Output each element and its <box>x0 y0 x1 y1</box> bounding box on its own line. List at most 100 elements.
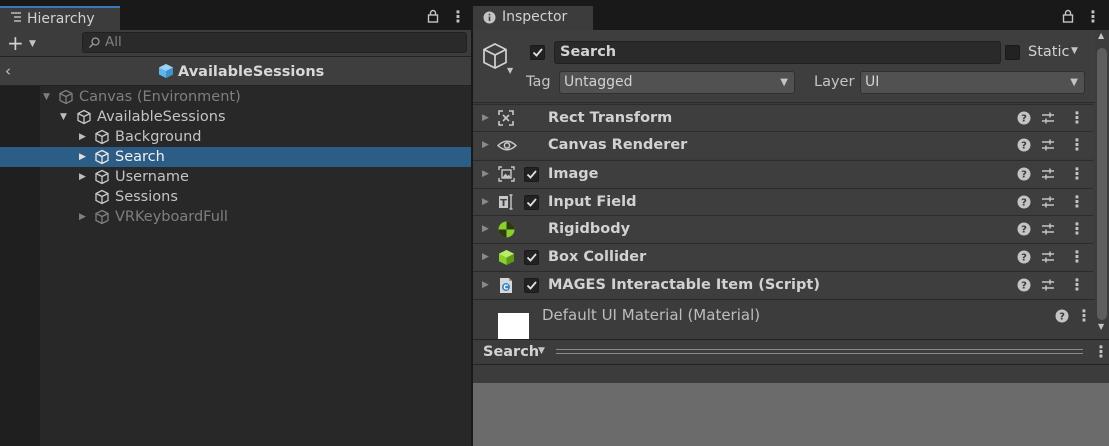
fold-arrow-icon[interactable]: ▶ <box>482 189 489 216</box>
expand-right-arrow-icon[interactable]: ▶ <box>79 207 91 227</box>
hierarchy-item-label: Background <box>115 129 202 145</box>
preset-sliders-icon[interactable] <box>1041 167 1055 181</box>
svg-text:?: ? <box>1021 225 1027 236</box>
hierarchy-item-label: VRKeyboardFull <box>115 209 228 225</box>
hierarchy-tab-label: Hierarchy <box>27 11 95 27</box>
gameobject-cube-icon <box>58 89 74 105</box>
preview-menu-icon[interactable]: ⋮ <box>1093 344 1109 360</box>
help-icon[interactable]: ? <box>1017 250 1031 264</box>
object-name-field[interactable]: Search <box>554 41 1001 64</box>
inspector-scrollbar[interactable]: ▲ ▼ <box>1095 30 1109 339</box>
component-box-collider[interactable]: ▶ Box Collider ? ⋮ <box>473 243 1093 270</box>
preset-sliders-icon[interactable] <box>1041 195 1055 209</box>
add-button[interactable]: + <box>7 32 24 54</box>
material-section[interactable]: Default UI Material (Material) ? ⋮ <box>473 299 1095 340</box>
tab-inspector[interactable]: Inspector <box>473 6 593 30</box>
help-icon[interactable]: ? <box>1017 195 1031 209</box>
expand-right-arrow-icon[interactable]: ▶ <box>79 147 91 167</box>
help-icon[interactable]: ? <box>1017 278 1031 292</box>
hierarchy-menu-icon[interactable]: ⋮ <box>450 9 466 25</box>
scroll-down-arrow-icon[interactable]: ▼ <box>1098 322 1104 331</box>
lock-icon[interactable] <box>427 9 439 23</box>
component-mages-interactable-item[interactable]: ▶ C MAGES Interactable Item (Script) ? ⋮ <box>473 271 1093 298</box>
gameobject-cube-icon <box>94 169 110 185</box>
component-enabled-checkbox[interactable] <box>524 167 539 182</box>
hierarchy-row-canvas[interactable]: ▼ Canvas (Environment) <box>0 87 471 107</box>
expand-down-arrow-icon[interactable]: ▼ <box>43 87 55 107</box>
fold-arrow-icon[interactable]: ▶ <box>482 105 489 132</box>
component-input-field[interactable]: ▶ T Input Field ? ⋮ <box>473 188 1093 215</box>
component-title: Rect Transform <box>548 110 673 126</box>
expand-right-arrow-icon[interactable]: ▶ <box>79 167 91 187</box>
search-icon <box>88 36 101 49</box>
hierarchy-row-username[interactable]: ▶ Username <box>0 167 471 187</box>
hierarchy-list-icon <box>9 10 23 24</box>
hierarchy-row-search[interactable]: ▶ Search <box>0 147 471 167</box>
tag-dropdown[interactable]: Untagged ▼ <box>559 71 795 94</box>
preview-dropdown-arrow-icon[interactable]: ▼ <box>538 346 545 356</box>
back-chevron-icon[interactable]: ‹ <box>5 60 11 82</box>
icon-dropdown-arrow-icon[interactable]: ▼ <box>507 66 513 75</box>
gameobject-large-cube-icon[interactable] <box>481 42 509 70</box>
preset-sliders-icon[interactable] <box>1041 278 1055 292</box>
tab-hierarchy[interactable]: Hierarchy <box>0 6 120 30</box>
fold-arrow-icon[interactable]: ▶ <box>482 272 489 299</box>
expand-right-arrow-icon[interactable]: ▶ <box>79 127 91 147</box>
component-enabled-checkbox[interactable] <box>524 250 539 265</box>
component-menu-icon[interactable]: ⋮ <box>1069 110 1085 126</box>
hierarchy-toolbar: + ▼ All <box>0 30 471 57</box>
tag-value: Untagged <box>564 74 633 90</box>
component-enabled-checkbox[interactable] <box>524 278 539 293</box>
preset-sliders-icon[interactable] <box>1041 250 1055 264</box>
help-icon[interactable]: ? <box>1017 138 1031 152</box>
active-checkbox[interactable] <box>530 45 545 60</box>
fold-arrow-icon[interactable]: ▶ <box>482 161 489 188</box>
component-rect-transform[interactable]: ▶ Rect Transform ? ⋮ <box>473 104 1093 131</box>
add-dropdown-arrow-icon[interactable]: ▼ <box>29 39 36 49</box>
component-rigidbody[interactable]: ▶ Rigidbody ? ⋮ <box>473 215 1093 242</box>
component-title: Canvas Renderer <box>548 137 688 153</box>
component-image[interactable]: ▶ Image ? ⋮ <box>473 160 1093 187</box>
fold-arrow-icon[interactable]: ▶ <box>482 244 489 271</box>
static-dropdown-arrow-icon[interactable]: ▼ <box>1071 46 1078 56</box>
chevron-down-icon: ▼ <box>780 77 788 88</box>
preview-gap <box>473 365 1109 383</box>
help-icon[interactable]: ? <box>1017 222 1031 236</box>
script-icon: C <box>498 277 514 294</box>
inspector-tab-label: Inspector <box>502 9 568 25</box>
preset-sliders-icon[interactable] <box>1041 111 1055 125</box>
expand-down-arrow-icon[interactable]: ▼ <box>60 107 72 127</box>
scrollbar-thumb[interactable] <box>1097 48 1107 320</box>
component-menu-icon[interactable]: ⋮ <box>1069 137 1085 153</box>
static-label: Static <box>1028 44 1070 60</box>
component-canvas-renderer[interactable]: ▶ Canvas Renderer ? ⋮ <box>473 131 1093 158</box>
help-icon[interactable]: ? <box>1017 111 1031 125</box>
help-icon[interactable]: ? <box>1017 167 1031 181</box>
fold-arrow-icon[interactable]: ▶ <box>482 216 489 243</box>
lock-icon[interactable] <box>1062 9 1074 23</box>
component-enabled-checkbox[interactable] <box>524 195 539 210</box>
preset-sliders-icon[interactable] <box>1041 138 1055 152</box>
preview-search-bar: Search ▼ ⋮ <box>473 339 1109 365</box>
component-menu-icon[interactable]: ⋮ <box>1069 194 1085 210</box>
help-icon[interactable]: ? <box>1055 309 1069 323</box>
hierarchy-row-availablesessions[interactable]: ▼ AvailableSessions <box>0 107 471 127</box>
preset-sliders-icon[interactable] <box>1041 222 1055 236</box>
static-checkbox[interactable] <box>1005 45 1020 60</box>
preview-search-label[interactable]: Search <box>483 342 539 362</box>
fold-arrow-icon[interactable]: ▶ <box>482 132 489 159</box>
hierarchy-search-input[interactable]: All <box>82 32 467 53</box>
component-title: MAGES Interactable Item (Script) <box>548 277 820 293</box>
layer-dropdown[interactable]: UI ▼ <box>860 71 1085 94</box>
scroll-up-arrow-icon[interactable]: ▲ <box>1098 31 1104 40</box>
hierarchy-row-vrkeyboardfull[interactable]: ▶ VRKeyboardFull <box>0 207 471 227</box>
inspector-menu-icon[interactable]: ⋮ <box>1085 9 1101 25</box>
component-menu-icon[interactable]: ⋮ <box>1069 277 1085 293</box>
material-menu-icon[interactable]: ⋮ <box>1076 308 1092 324</box>
component-menu-icon[interactable]: ⋮ <box>1069 166 1085 182</box>
hierarchy-row-sessions[interactable]: Sessions <box>0 187 471 207</box>
component-menu-icon[interactable]: ⋮ <box>1069 221 1085 237</box>
component-menu-icon[interactable]: ⋮ <box>1069 249 1085 265</box>
rect-transform-icon <box>498 110 514 126</box>
hierarchy-row-background[interactable]: ▶ Background <box>0 127 471 147</box>
